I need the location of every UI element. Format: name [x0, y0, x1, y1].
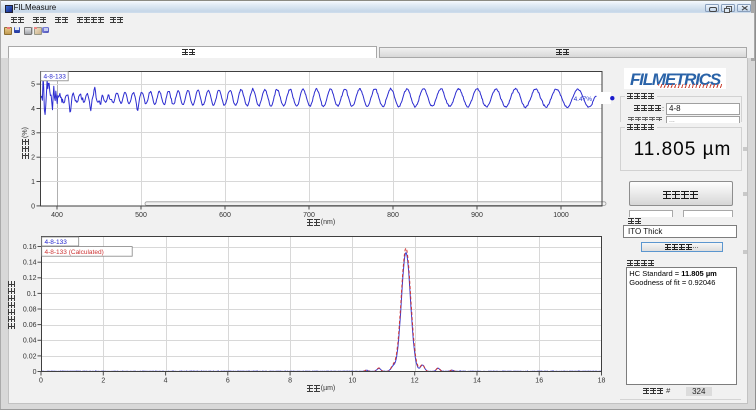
svg-text:900: 900: [471, 212, 483, 219]
svg-text:14: 14: [473, 378, 481, 385]
svg-text:4: 4: [31, 106, 35, 113]
svg-text:8: 8: [288, 378, 292, 385]
svg-text:0.14: 0.14: [23, 260, 37, 267]
svg-text:12: 12: [411, 378, 419, 385]
svg-text:0.08: 0.08: [23, 306, 37, 313]
svg-text:1000: 1000: [553, 212, 569, 219]
svg-text:600: 600: [219, 212, 231, 219]
svg-text:0.02: 0.02: [23, 353, 37, 360]
svg-text:4-8-133: 4-8-133: [44, 74, 67, 81]
svg-text:4-8-133: 4-8-133: [45, 239, 68, 246]
svg-text:6: 6: [226, 378, 230, 385]
svg-text:18: 18: [598, 378, 606, 385]
svg-text:800: 800: [387, 212, 399, 219]
svg-text:4.47%: 4.47%: [574, 96, 593, 103]
svg-text:0.06: 0.06: [23, 322, 37, 329]
svg-text:4-8-133 (Calculated): 4-8-133 (Calculated): [45, 249, 104, 256]
svg-text:0: 0: [33, 369, 37, 376]
svg-text:10: 10: [349, 378, 357, 385]
svg-text:0.12: 0.12: [23, 275, 37, 282]
svg-text:2: 2: [101, 378, 105, 385]
svg-text:1: 1: [31, 179, 35, 186]
svg-text:5: 5: [31, 82, 35, 89]
svg-text:400: 400: [51, 212, 63, 219]
svg-text:0.04: 0.04: [23, 338, 37, 345]
svg-text:0: 0: [39, 378, 43, 385]
svg-text:500: 500: [135, 212, 147, 219]
svg-text:16: 16: [535, 378, 543, 385]
svg-text:0: 0: [31, 203, 35, 210]
svg-text:0.16: 0.16: [23, 244, 37, 251]
svg-text:4: 4: [164, 378, 168, 385]
svg-text:0.1: 0.1: [27, 291, 37, 298]
